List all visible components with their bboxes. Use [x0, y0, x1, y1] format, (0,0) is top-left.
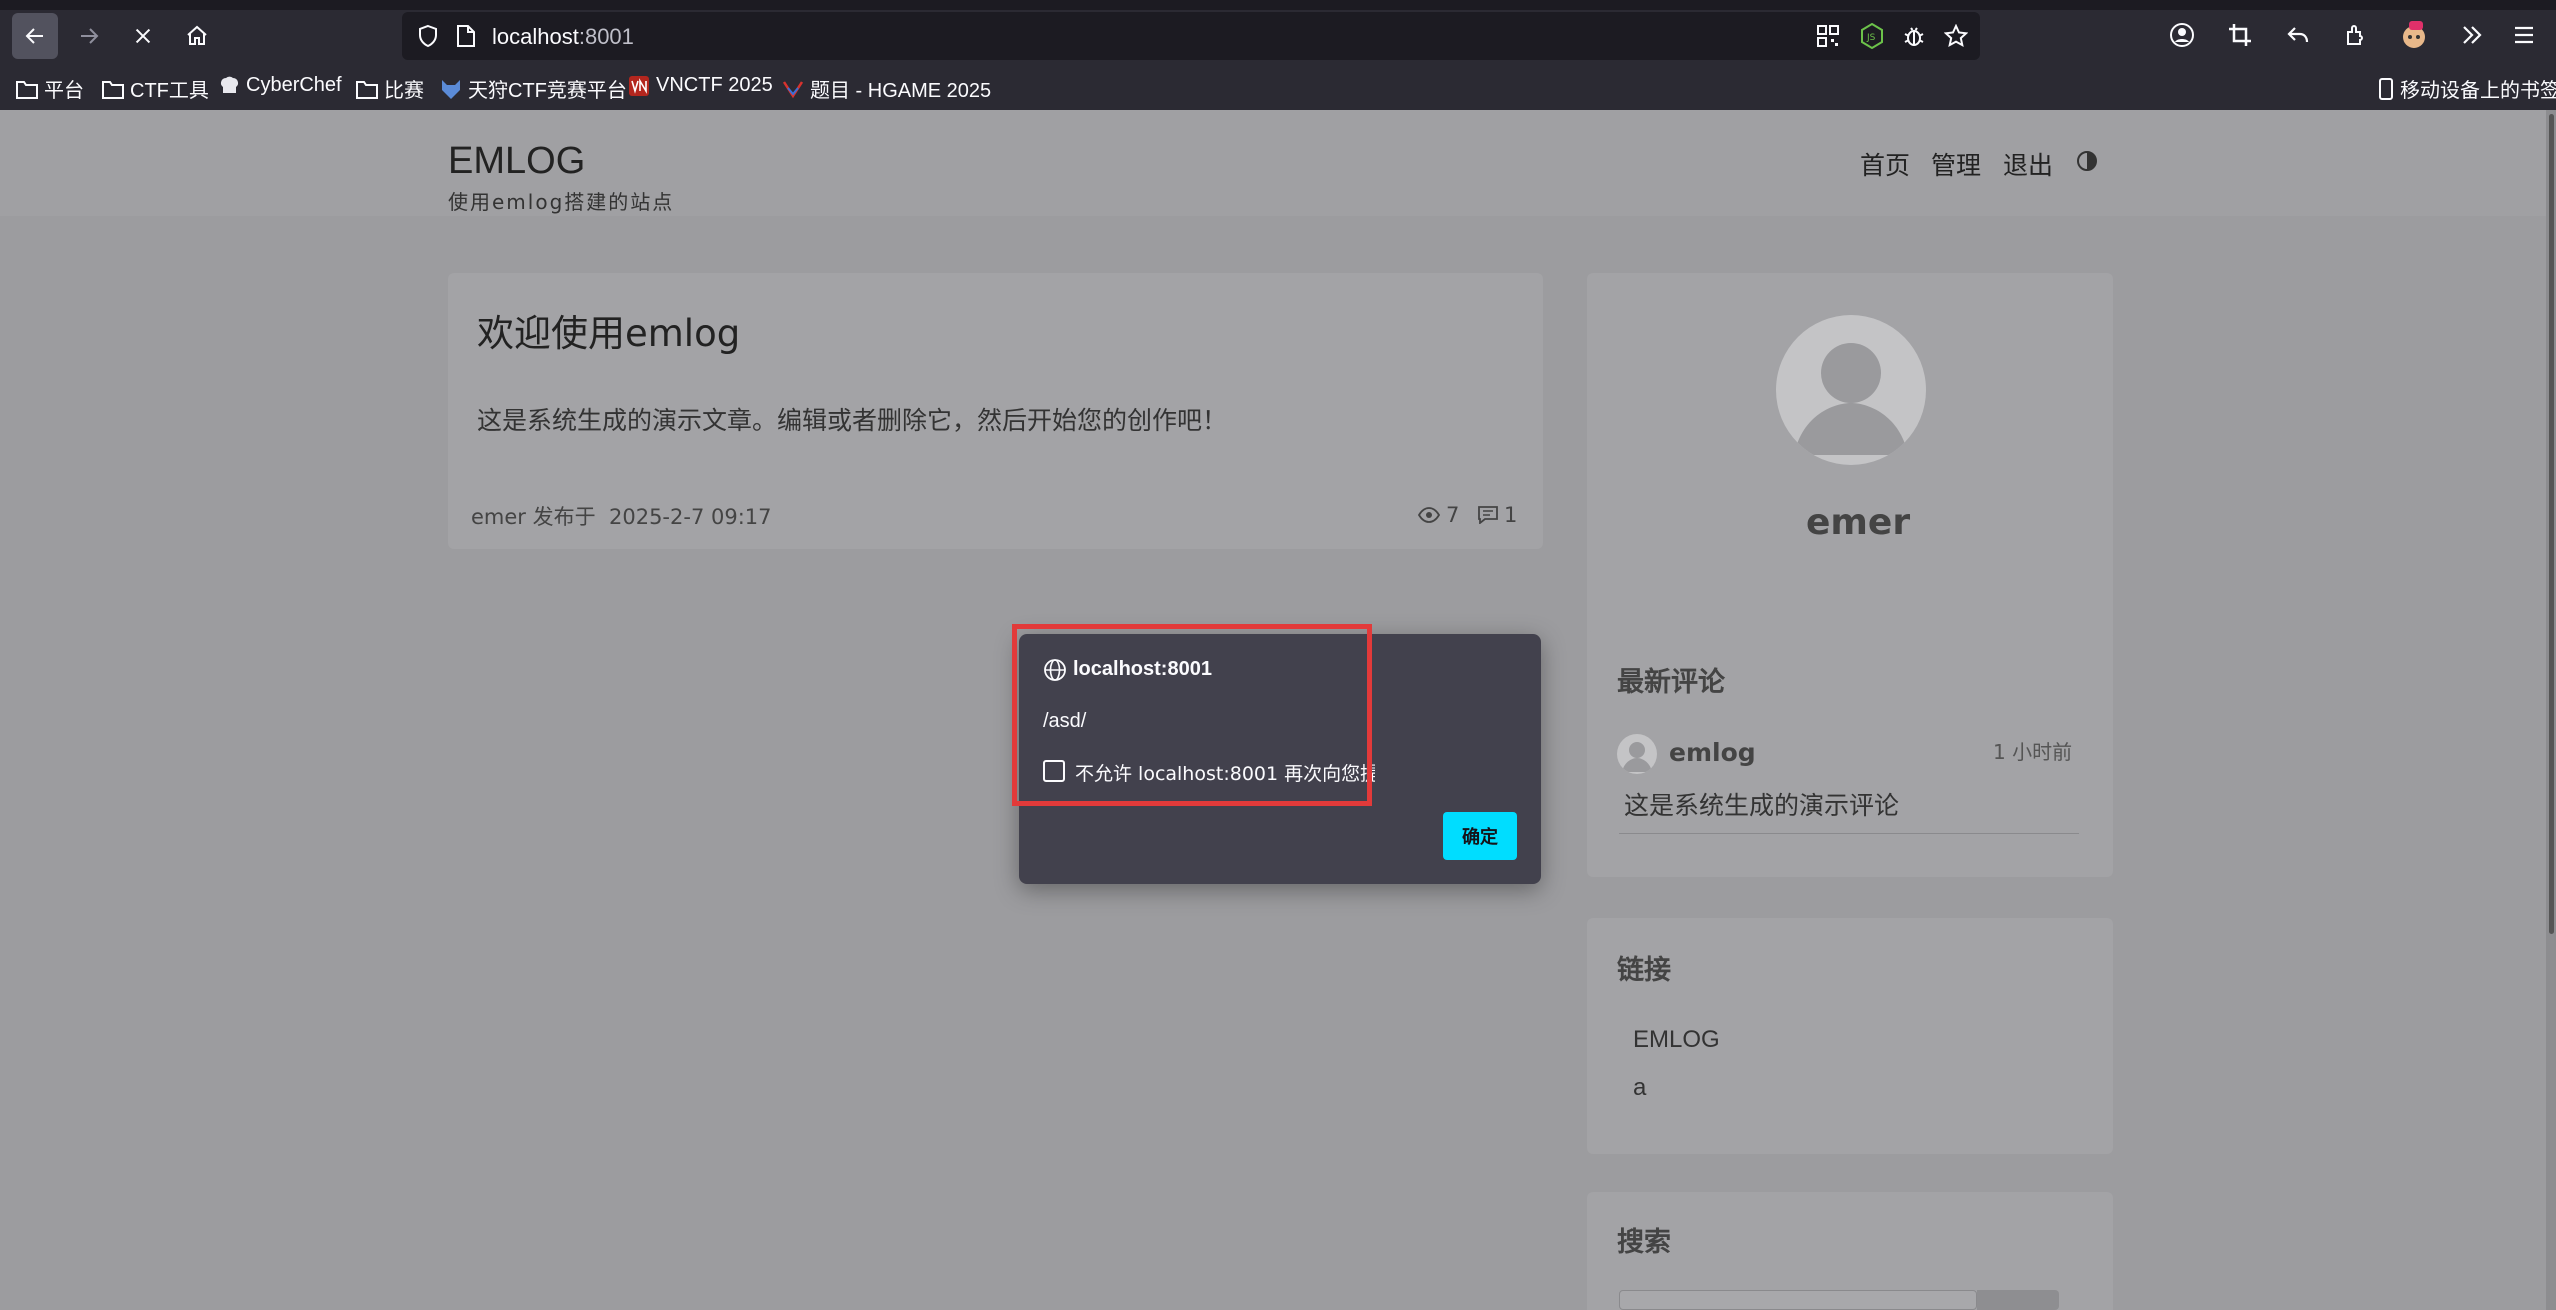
bookmark-tianhu-ctf[interactable]: 天狩CTF竞赛平台 — [440, 74, 627, 103]
bookmark-folder-ctf-tools[interactable]: CTF工具 — [102, 74, 209, 103]
post-card: 欢迎使用emlog 这是系统生成的演示文章。编辑或者删除它，然后开始您的创作吧！… — [448, 273, 1543, 549]
comment-author[interactable]: emlog — [1669, 738, 1756, 767]
star-icon[interactable] — [1942, 22, 1970, 50]
search-button[interactable] — [1977, 1290, 2059, 1310]
svg-text:JS: JS — [1866, 33, 1876, 43]
arrow-right-icon — [81, 28, 99, 44]
post-title[interactable]: 欢迎使用emlog — [477, 303, 740, 357]
post-date: 2025-2-7 09:17 — [608, 505, 772, 529]
arrow-left-icon — [25, 28, 43, 44]
vn-logo-icon — [629, 75, 649, 96]
post-excerpt: 这是系统生成的演示文章。编辑或者删除它，然后开始您的创作吧！ — [477, 406, 1228, 435]
qr-code-icon[interactable] — [1814, 22, 1842, 50]
eye-icon — [1418, 507, 1440, 523]
author-avatar — [1776, 315, 1926, 465]
comment-time: 1 小时前 — [1993, 740, 2073, 764]
bug-icon[interactable] — [1900, 22, 1928, 50]
site-header: EMLOG 使用emlog搭建的站点 首页 管理 退出 — [0, 110, 2556, 216]
nodejs-icon[interactable]: JS — [1858, 22, 1886, 50]
bookmark-hgame[interactable]: 题目 - HGAME 2025 — [782, 74, 991, 103]
bookmarks-bar: 平台 CTF工具 CyberChef 比赛 天狩CTF竞赛平台 VNCTF 20… — [0, 70, 2556, 106]
site-subtitle: 使用emlog搭建的站点 — [448, 190, 675, 214]
comment-avatar — [1617, 734, 1657, 774]
chevron-double-right-icon[interactable] — [2454, 17, 2490, 53]
folder-icon — [102, 80, 124, 99]
scrollbar-thumb[interactable] — [2549, 114, 2554, 934]
url-bar[interactable]: localhost:8001 JS — [402, 12, 1980, 60]
post-views: 7 — [1418, 503, 1459, 527]
home-button[interactable] — [174, 13, 220, 59]
page-icon[interactable] — [452, 22, 480, 50]
mobile-phone-icon — [2379, 77, 2393, 100]
browser-toolbar: localhost:8001 JS 平台 CTF工具 CyberChef 比赛 … — [0, 0, 2556, 110]
post-author[interactable]: emer — [471, 505, 526, 529]
bookmark-folder-platform[interactable]: 平台 — [16, 74, 84, 103]
reply-icon[interactable] — [2280, 17, 2316, 53]
hgame-logo-icon — [782, 80, 804, 98]
nav-admin[interactable]: 管理 — [1931, 146, 1981, 182]
bookmark-folder-competitions[interactable]: 比赛 — [356, 74, 424, 103]
bookmark-vnctf[interactable]: VNCTF 2025 — [628, 74, 773, 97]
search-title: 搜索 — [1617, 1227, 1671, 1258]
shield-icon[interactable] — [414, 22, 442, 50]
comment-text[interactable]: 这是系统生成的演示评论 — [1624, 786, 1899, 822]
link-item-a[interactable]: a — [1633, 1074, 1646, 1102]
comment-icon — [1478, 506, 1498, 524]
extensions-icon[interactable] — [2338, 17, 2374, 53]
divider — [1619, 833, 2079, 834]
folder-icon — [16, 80, 38, 99]
url-text[interactable]: localhost:8001 — [492, 24, 634, 50]
bookmark-cyberchef[interactable]: CyberChef — [218, 74, 342, 97]
search-input[interactable] — [1619, 1290, 1977, 1310]
stop-button[interactable] — [120, 13, 166, 59]
nav-logout[interactable]: 退出 — [2003, 146, 2053, 182]
post-meta: emer 发布于 2025-2-7 09:17 — [471, 501, 772, 531]
chef-hat-icon — [221, 76, 238, 93]
nav-home[interactable]: 首页 — [1860, 146, 1910, 182]
home-icon — [187, 25, 207, 45]
site-title[interactable]: EMLOG — [448, 140, 585, 183]
post-published-label: 发布于 — [532, 505, 596, 529]
tab-strip-edge — [0, 0, 2556, 10]
links-title: 链接 — [1617, 955, 1671, 986]
author-name: emer — [1806, 502, 1911, 543]
close-icon — [135, 28, 151, 44]
recent-comments-title: 最新评论 — [1617, 667, 1725, 698]
theme-toggle-icon[interactable] — [2076, 150, 2098, 172]
hamburger-menu-icon[interactable] — [2506, 17, 2542, 53]
folder-icon — [356, 80, 378, 99]
link-item-emlog[interactable]: EMLOG — [1633, 1026, 1720, 1054]
account-icon[interactable] — [2164, 17, 2200, 53]
highlight-annotation-box — [1012, 624, 1372, 806]
ok-button[interactable]: 确定 — [1443, 812, 1517, 860]
wolf-icon — [442, 79, 460, 99]
extension-avatar-icon[interactable] — [2396, 17, 2432, 53]
forward-button[interactable] — [66, 13, 112, 59]
crop-icon[interactable] — [2222, 17, 2258, 53]
back-button[interactable] — [12, 13, 58, 59]
bookmark-mobile[interactable]: 移动设备上的书签 — [2378, 74, 2556, 103]
post-comments[interactable]: 1 — [1478, 503, 1517, 527]
